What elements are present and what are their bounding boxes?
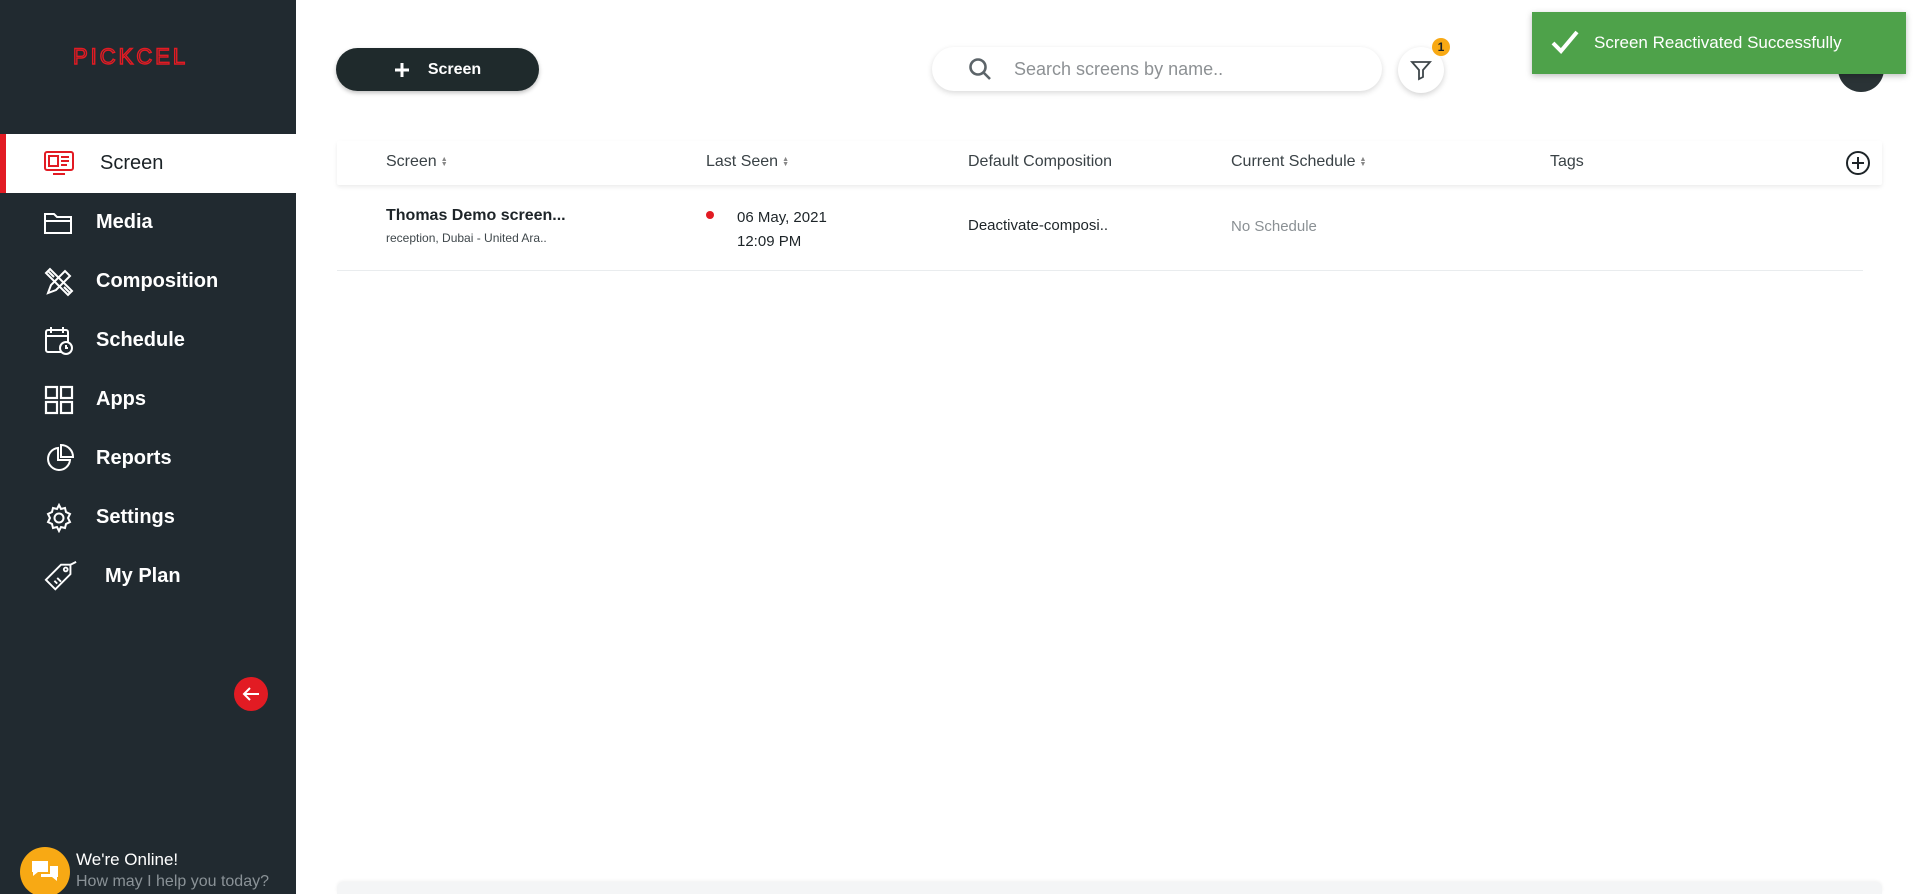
sidebar-item-label: Media xyxy=(96,211,153,233)
sort-icon: ▲ ▼ xyxy=(440,156,448,168)
chat-title: We're Online! xyxy=(76,850,179,869)
filter-icon xyxy=(1410,61,1432,81)
sidebar-item-media[interactable]: Media xyxy=(0,193,296,252)
sidebar-item-label: My Plan xyxy=(105,565,181,587)
column-header-screen[interactable]: Screen ▲ ▼ xyxy=(386,153,448,171)
bottom-panel xyxy=(337,882,1882,894)
logo[interactable]: PICKCEL xyxy=(73,44,223,70)
monitor-icon xyxy=(42,147,76,181)
default-composition-cell[interactable]: Deactivate-composi.. xyxy=(968,217,1108,234)
plus-circle-icon xyxy=(1846,151,1870,175)
table-row[interactable]: Thomas Demo screen... reception, Dubai -… xyxy=(337,190,1863,271)
grid-icon xyxy=(42,383,76,417)
table-header: Screen ▲ ▼ Last Seen ▲ ▼ Default Compositi… xyxy=(337,141,1882,185)
last-seen-date: 06 May, 2021 xyxy=(737,209,827,226)
add-column-button[interactable] xyxy=(1845,150,1871,176)
screen-location: reception, Dubai - United Ara.. xyxy=(386,231,547,245)
current-schedule-cell: No Schedule xyxy=(1231,218,1317,235)
pickcel-logo-icon: PICKCEL xyxy=(73,47,188,67)
chat-icon[interactable] xyxy=(20,847,70,894)
sidebar-item-label: Apps xyxy=(96,388,146,410)
search-icon xyxy=(968,57,992,86)
sidebar-item-composition[interactable]: Composition xyxy=(0,252,296,311)
svg-text:PICKCEL: PICKCEL xyxy=(73,47,188,67)
sidebar-nav: Screen Media Composition Schedule Apps R… xyxy=(0,134,296,606)
add-screen-label: Screen xyxy=(427,60,482,78)
sidebar-item-screen[interactable]: Screen xyxy=(0,134,296,193)
column-header-default-composition: Default Composition xyxy=(968,153,1113,170)
gear-icon xyxy=(42,501,76,535)
sidebar-item-label: Composition xyxy=(96,270,219,292)
pie-chart-icon xyxy=(42,442,76,476)
plus-icon xyxy=(394,62,409,77)
sort-icon: ▲ ▼ xyxy=(782,156,789,168)
offline-status-dot xyxy=(706,211,714,219)
sidebar-item-schedule[interactable]: Schedule xyxy=(0,311,296,370)
column-header-last-seen[interactable]: Last Seen ▲ ▼ xyxy=(706,153,789,171)
search-input[interactable] xyxy=(1014,55,1354,83)
sidebar-item-reports[interactable]: Reports xyxy=(0,429,296,488)
collapse-sidebar-button[interactable] xyxy=(234,677,268,711)
calendar-clock-icon xyxy=(42,324,76,358)
screen-cell: Thomas Demo screen... reception, Dubai -… xyxy=(386,207,566,245)
column-header-tags: Tags xyxy=(1550,153,1584,170)
toast-message: Screen Reactivated Successfully xyxy=(1594,33,1842,52)
sidebar-item-apps[interactable]: Apps xyxy=(0,370,296,429)
filter-count-badge: 1 xyxy=(1432,38,1450,56)
last-seen-time: 12:09 PM xyxy=(737,233,802,250)
sidebar-item-label: Screen xyxy=(100,152,164,174)
price-tag-icon xyxy=(44,560,78,594)
pencil-ruler-icon xyxy=(42,265,76,299)
search-bar xyxy=(932,47,1382,91)
sidebar-item-label: Settings xyxy=(96,506,175,528)
column-header-current-schedule[interactable]: Current Schedule ▲ ▼ xyxy=(1231,153,1366,171)
sidebar-item-settings[interactable]: Settings xyxy=(0,488,296,547)
check-icon xyxy=(1550,28,1580,61)
sort-icon: ▲ ▼ xyxy=(1359,156,1367,168)
screen-name[interactable]: Thomas Demo screen... xyxy=(386,207,566,225)
add-screen-button[interactable]: Screen xyxy=(336,48,539,91)
app-root: PICKCEL Screen Media Composition Schedul… xyxy=(0,0,1920,894)
chat-widget[interactable]: We're Online! How may I help you today? xyxy=(18,847,296,894)
last-seen-cell: 06 May, 2021 12:09 PM xyxy=(737,206,827,254)
sidebar-item-label: Schedule xyxy=(96,329,185,351)
success-toast[interactable]: Screen Reactivated Successfully xyxy=(1532,12,1906,74)
sidebar-item-my-plan[interactable]: My Plan xyxy=(0,547,296,606)
sidebar: PICKCEL Screen Media Composition Schedul… xyxy=(0,0,296,894)
sidebar-item-label: Reports xyxy=(96,447,172,469)
arrow-left-icon xyxy=(242,687,259,701)
folder-icon xyxy=(42,206,76,240)
chat-subtitle: How may I help you today? xyxy=(76,873,269,890)
